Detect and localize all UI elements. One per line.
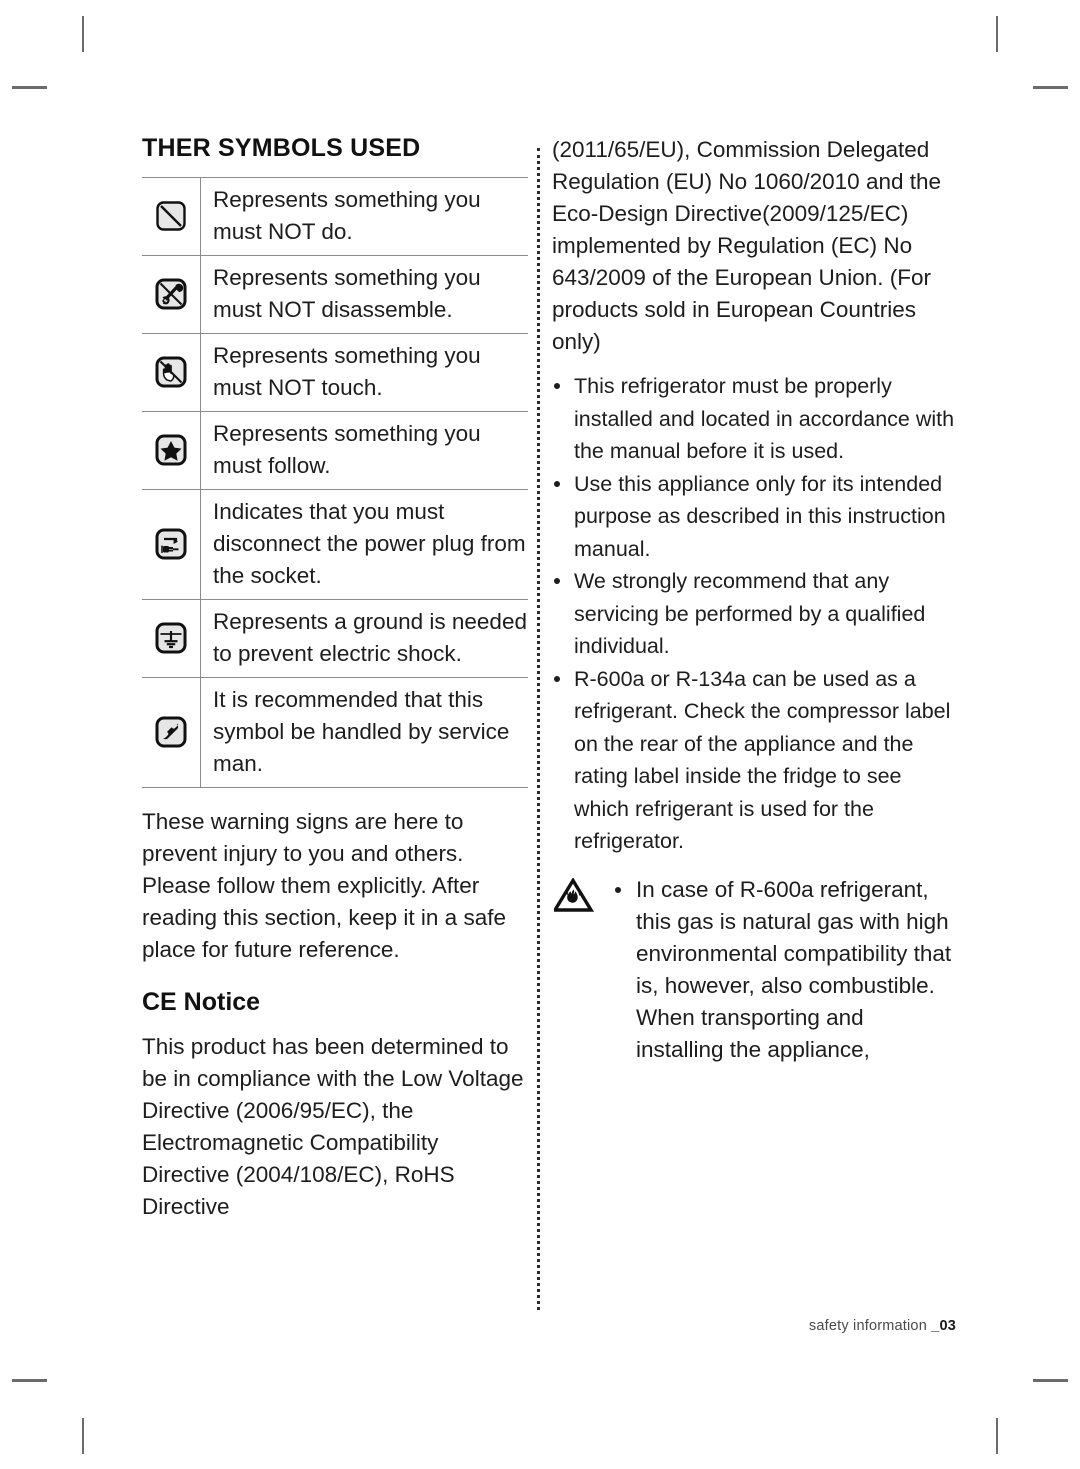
symbol-cell [142,411,201,490]
page-title: THER SYMBOLS USED [142,134,421,162]
table-row: Represents something you must NOT disass… [142,255,528,334]
symbol-description: Indicates that you must disconnect the p… [213,499,526,588]
symbol-description: Represents a ground is needed to prevent… [213,609,527,666]
flammable-warning-block: In case of R-600a refrigerant, this gas … [552,874,956,1066]
safety-bullet-list: This refrigerator must be properly insta… [552,370,956,858]
list-item-text: R-600a or R-134a can be used as a refrig… [574,666,951,854]
no-touch-hand-icon [155,356,187,388]
ce-notice-paragraph: This product has been determined to be i… [142,1034,524,1219]
table-row: Indicates that you must disconnect the p… [142,489,528,600]
table-row: Represents something you must NOT touch. [142,333,528,412]
list-item: R-600a or R-134a can be used as a refrig… [552,663,956,858]
table-row: Represents something you must follow. [142,411,528,490]
list-item-text: We strongly recommend that any servicing… [574,569,926,658]
list-item: We strongly recommend that any servicing… [552,565,956,663]
ce-notice-heading: CE Notice [142,988,261,1016]
symbol-legend-table: Represents something you must NOT do. Re… [142,177,528,788]
table-row: It is recommended that this symbol be ha… [142,677,528,788]
ground-earth-icon [155,622,187,654]
bullet-dot-icon [554,480,560,487]
symbol-cell [142,489,201,600]
disconnect-power-plug-icon [155,528,187,560]
footer-label: safety information [808,1318,932,1334]
table-row: Represents something you must NOT do. [142,177,528,256]
symbol-description: Represents something you must NOT touch. [213,343,481,400]
list-item: This refrigerator must be properly insta… [552,370,956,468]
list-item-text: Use this appliance only for its intended… [574,471,946,561]
warning-signs-note: These warning signs are here to prevent … [142,809,506,962]
symbol-description: Represents something you must NOT disass… [213,265,481,322]
service-telephone-icon [155,716,187,748]
list-item: In case of R-600a refrigerant, this gas … [612,874,956,1066]
right-column: (2011/65/EU), Commission Delegated Regul… [552,134,956,1066]
symbol-description: Represents something you must NOT do. [213,187,481,244]
bullet-dot-icon [554,383,560,389]
flammable-warning-triangle-icon [554,877,594,912]
symbol-description: It is recommended that this symbol be ha… [213,687,510,776]
bullet-dot-icon [554,578,560,584]
left-column: THER SYMBOLS USED Represents something y… [142,134,530,1223]
ce-notice-continued: (2011/65/EU), Commission Delegated Regul… [552,137,942,354]
list-item: Use this appliance only for its intended… [552,468,956,566]
footer-page-number: _03 [931,1318,956,1334]
symbol-cell [142,599,201,678]
manual-page: THER SYMBOLS USED Represents something y… [0,0,1080,1469]
bullet-dot-icon [554,675,560,682]
list-item-text: This refrigerator must be properly insta… [574,374,955,463]
bullet-dot-icon [615,886,621,893]
flammable-warning-list: In case of R-600a refrigerant, this gas … [612,874,956,1066]
table-row: Represents a ground is needed to prevent… [142,599,528,678]
page-footer: safety information _03 [809,1318,956,1334]
no-do-slash-icon [156,201,186,231]
symbol-description: Represents something you must follow. [213,421,481,478]
symbol-cell [142,677,201,788]
list-item-text: In case of R-600a refrigerant, this gas … [636,876,952,1062]
symbol-cell [142,333,201,412]
column-divider [537,148,540,1310]
must-follow-star-icon [155,434,187,466]
symbol-cell [142,255,201,334]
no-disassemble-tools-icon [155,278,187,310]
symbol-cell [142,177,201,256]
